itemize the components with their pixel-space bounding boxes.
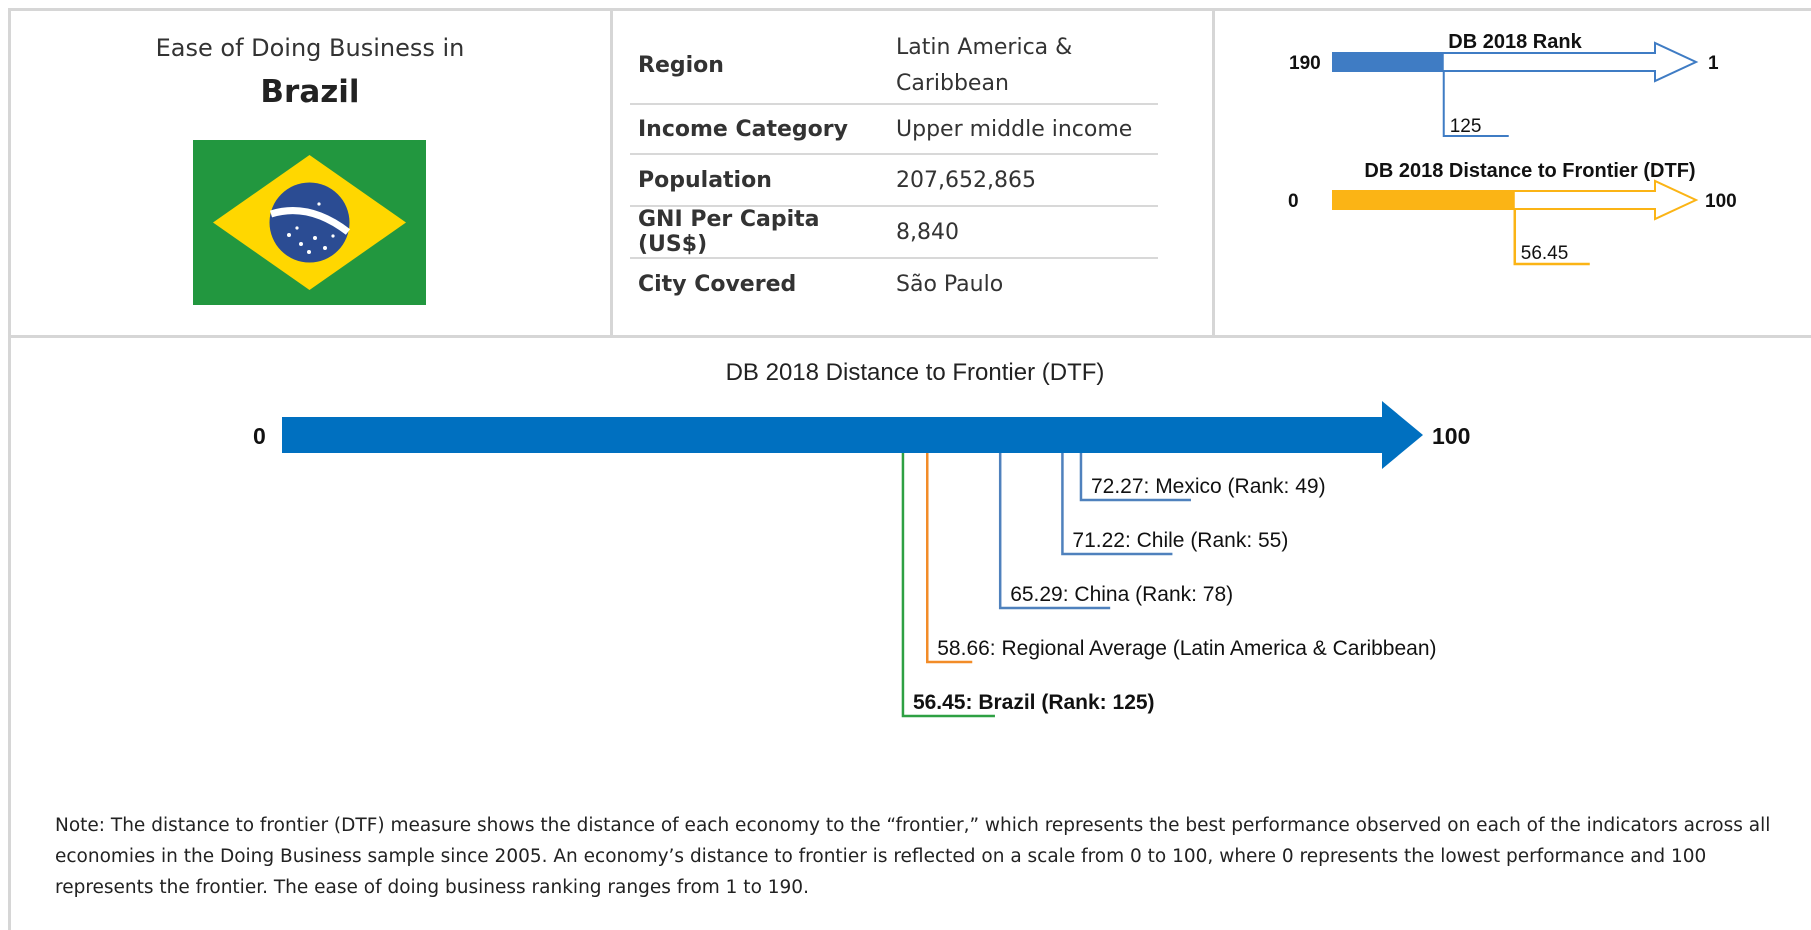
dtf-marker-label: 72.27: Mexico (Rank: 49)	[1091, 475, 1326, 498]
rank-bar-fill	[1333, 53, 1444, 71]
main-min-label: 0	[253, 423, 266, 449]
dtf-small-max-label: 100	[1705, 191, 1737, 212]
rank-max-label: 1	[1708, 53, 1719, 74]
dtf-small-bar-fill	[1333, 191, 1515, 209]
dtf-small-min-label: 0	[1288, 191, 1299, 212]
main-scale-arrow	[282, 401, 1423, 469]
dtf-small-value-label: 56.45	[1521, 243, 1569, 264]
methodology-note: Note: The distance to frontier (DTF) mea…	[55, 815, 1771, 898]
main-chart-title: DB 2018 Distance to Frontier (DTF)	[726, 359, 1105, 386]
rank-min-label: 190	[1289, 53, 1321, 74]
main-max-label: 100	[1432, 423, 1470, 449]
dtf-marker-label: 58.66: Regional Average (Latin America &…	[937, 637, 1436, 660]
dtf-marker-label: 71.22: Chile (Rank: 55)	[1072, 529, 1288, 552]
dtf-marker-label: 65.29: China (Rank: 78)	[1010, 583, 1233, 606]
dtf-small-chart-title: DB 2018 Distance to Frontier (DTF)	[1364, 160, 1695, 182]
dtf-marker-leader	[901, 453, 995, 718]
dtf-marker-label: 56.45: Brazil (Rank: 125)	[913, 691, 1155, 714]
rank-chart-title: DB 2018 Rank	[1448, 31, 1582, 53]
dtf-marker-leader	[926, 453, 973, 664]
dtf-charts: DB 2018 Rank 190 1 125 DB 2018 Distance to F…	[253, 31, 1737, 718]
rank-value-label: 125	[1450, 116, 1482, 137]
